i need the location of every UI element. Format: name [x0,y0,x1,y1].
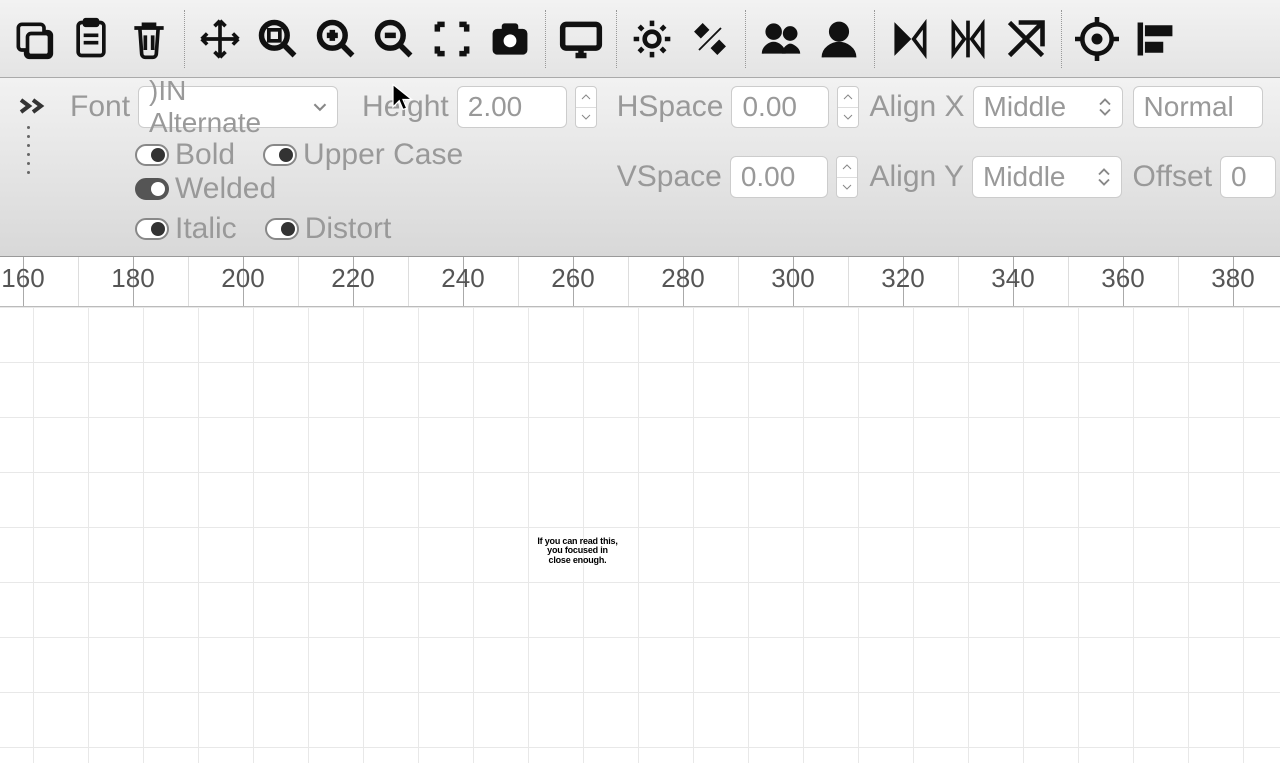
target-button[interactable] [1068,9,1126,69]
hspace-input[interactable]: 0.00 [731,86,829,128]
move-button[interactable] [191,9,249,69]
toolbar-separator [184,10,185,68]
alignx-label: Align X [869,90,964,124]
horizontal-ruler: 160180200220240260280300320340360380 [0,257,1280,307]
text-property-bar: Font )IN Alternate Height 2.00 Bold Uppe… [0,78,1280,257]
vspace-stepper[interactable] [836,156,858,198]
bold-toggle[interactable]: Bold [135,138,235,172]
font-selector[interactable]: )IN Alternate [138,86,338,128]
height-stepper[interactable] [575,86,597,128]
mirror-button[interactable] [939,9,997,69]
toolbar-separator [745,10,746,68]
toolbar-separator [616,10,617,68]
monitor-button[interactable] [552,9,610,69]
hspace-label: HSpace [617,90,724,124]
welded-toggle[interactable]: Welded [135,172,276,206]
height-input[interactable]: 2.00 [457,86,567,128]
alignx-selector[interactable]: Middle [973,86,1123,128]
updown-icon [1097,167,1111,187]
copy-button[interactable] [4,9,62,69]
canvas-grid [0,307,1280,763]
hspace-stepper[interactable] [837,86,859,128]
toolbar-separator [545,10,546,68]
height-label: Height [362,90,449,124]
zoom-out-button[interactable] [365,9,423,69]
paste-button[interactable] [62,9,120,69]
trash-button[interactable] [120,9,178,69]
offset-input[interactable]: 0 [1220,156,1276,198]
vspace-label: VSpace [617,160,722,194]
toolbar-separator [1061,10,1062,68]
distort-toggle[interactable]: Distort [265,212,392,246]
expand-icon[interactable] [15,92,55,120]
toolbar-separator [874,10,875,68]
canvas-text-object[interactable]: If you can read this, you focused in clo… [530,537,625,565]
updown-icon [1098,97,1112,117]
vspace-input[interactable]: 0.00 [730,156,828,198]
frame-selection-button[interactable] [423,9,481,69]
mode-selector[interactable]: Normal [1133,86,1263,128]
italic-toggle[interactable]: Italic [135,212,237,246]
camera-button[interactable] [481,9,539,69]
main-toolbar [0,0,1280,78]
settings-button[interactable] [623,9,681,69]
zoom-frame-button[interactable] [249,9,307,69]
zoom-in-button[interactable] [307,9,365,69]
tools-button[interactable] [681,9,739,69]
font-label: Font [70,90,130,124]
offset-label: Offset [1133,160,1212,194]
user-button[interactable] [810,9,868,69]
uppercase-toggle[interactable]: Upper Case [263,138,463,172]
chevron-down-icon [313,100,327,114]
slice-button[interactable] [997,9,1055,69]
flip-h-button[interactable] [881,9,939,69]
align-button[interactable] [1126,9,1184,69]
canvas[interactable]: 160180200220240260280300320340360380 If … [0,257,1280,763]
aligny-selector[interactable]: Middle [972,156,1122,198]
users-button[interactable] [752,9,810,69]
aligny-label: Align Y [869,160,964,194]
